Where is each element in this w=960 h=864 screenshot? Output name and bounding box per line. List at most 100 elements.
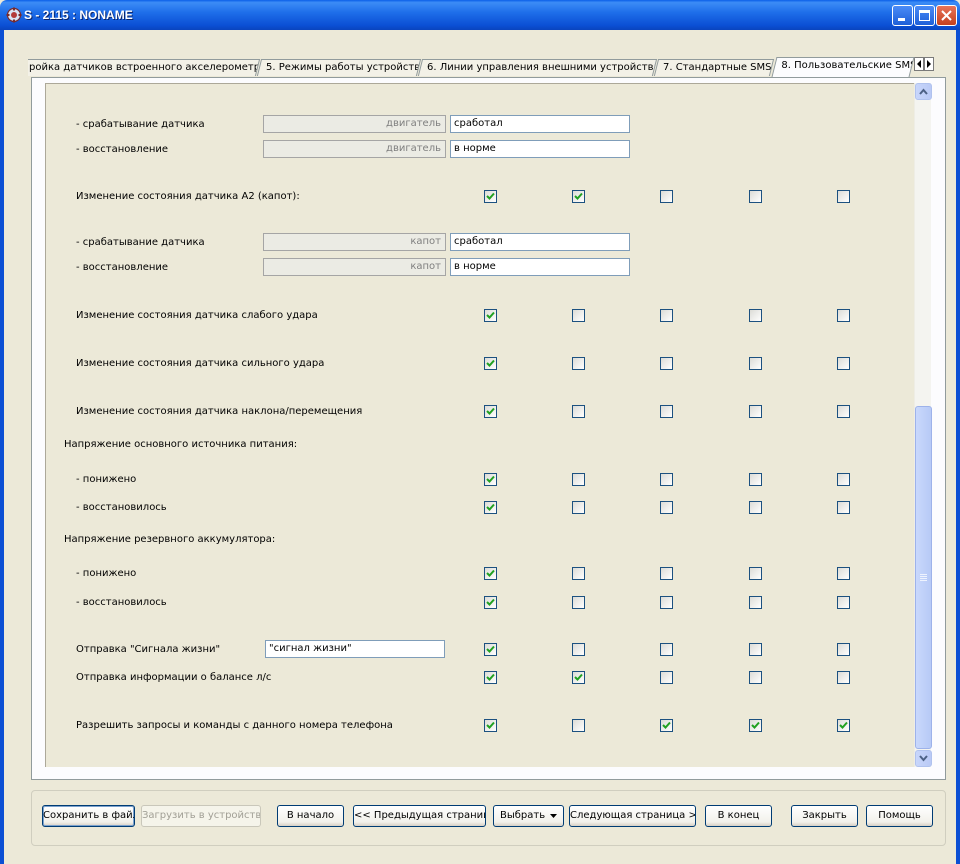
checkmark-icon [486, 311, 495, 319]
first-page-button[interactable]: В начало [277, 805, 344, 827]
notify-checkbox-col-4[interactable] [749, 567, 762, 580]
notify-checkbox-col-5[interactable] [837, 501, 850, 514]
notify-checkbox-col-4[interactable] [749, 643, 762, 656]
vertical-scrollbar[interactable] [914, 83, 932, 767]
row-label: Отправка информации о балансе л/с [76, 672, 272, 683]
notify-checkbox-col-3[interactable] [660, 473, 673, 486]
close-button[interactable]: Закрыть [791, 805, 858, 827]
select-dropdown-button[interactable]: Выбрать [493, 805, 564, 827]
notify-checkbox-col-2[interactable] [572, 357, 585, 370]
notify-checkbox-col-2[interactable] [572, 567, 585, 580]
row-label: - восстановление [76, 262, 169, 273]
notify-checkbox-col-1[interactable] [484, 405, 497, 418]
notify-checkbox-col-2[interactable] [572, 309, 585, 322]
sms-text-input[interactable]: сработал [450, 115, 630, 133]
chevron-down-icon [919, 755, 928, 762]
upload-to-device-button[interactable]: Загрузить в устройство [141, 805, 261, 827]
notify-checkbox-col-3[interactable] [660, 309, 673, 322]
notify-checkbox-col-2[interactable] [572, 719, 585, 732]
notify-checkbox-col-5[interactable] [837, 671, 850, 684]
notify-checkbox-col-4[interactable] [749, 719, 762, 732]
notify-checkbox-col-5[interactable] [837, 190, 850, 203]
notify-checkbox-col-3[interactable] [660, 567, 673, 580]
sms-text-input[interactable]: в норме [450, 140, 630, 158]
tab-external-lines[interactable]: 6. Линии управления внешними устройствам… [417, 59, 658, 76]
notify-checkbox-col-4[interactable] [749, 405, 762, 418]
window-frame-right [956, 30, 960, 864]
notify-checkbox-col-2[interactable] [572, 473, 585, 486]
notify-checkbox-col-2[interactable] [572, 405, 585, 418]
maximize-icon [919, 10, 930, 21]
notify-checkbox-col-4[interactable] [749, 596, 762, 609]
previous-page-button[interactable]: << Предыдущая страница [353, 805, 486, 827]
notify-checkbox-col-3[interactable] [660, 405, 673, 418]
settings-scroll-area[interactable]: - срабатывание датчика двигатель сработа… [45, 83, 915, 767]
notify-checkbox-col-5[interactable] [837, 309, 850, 322]
sms-text-input[interactable]: в норме [450, 258, 630, 276]
sensor-name-field: двигатель [263, 115, 446, 133]
notify-checkbox-col-3[interactable] [660, 719, 673, 732]
minimize-icon [898, 18, 905, 21]
row-label: - восстановление [76, 144, 169, 155]
notify-checkbox-col-2[interactable] [572, 501, 585, 514]
tab-standard-sms[interactable]: 7. Стандартные SMS [653, 59, 775, 76]
notify-checkbox-col-5[interactable] [837, 643, 850, 656]
notify-checkbox-col-1[interactable] [484, 596, 497, 609]
notify-checkbox-col-3[interactable] [660, 643, 673, 656]
notify-checkbox-col-3[interactable] [660, 190, 673, 203]
last-page-button[interactable]: В конец [705, 805, 772, 827]
tab-device-modes[interactable]: 5. Режимы работы устройства [256, 59, 422, 76]
notify-checkbox-col-5[interactable] [837, 719, 850, 732]
scroll-down-button[interactable] [915, 750, 932, 767]
checkmark-icon [751, 721, 760, 729]
notify-checkbox-col-3[interactable] [660, 596, 673, 609]
tab-custom-sms[interactable]: 8. Пользовательские SMS [771, 57, 915, 77]
notify-checkbox-col-4[interactable] [749, 357, 762, 370]
notify-checkbox-col-5[interactable] [837, 567, 850, 580]
notify-checkbox-col-1[interactable] [484, 567, 497, 580]
help-button[interactable]: Помощь [866, 805, 933, 827]
notify-checkbox-col-2[interactable] [572, 671, 585, 684]
save-to-file-button[interactable]: Сохранить в файл [42, 805, 135, 827]
notify-checkbox-col-1[interactable] [484, 190, 497, 203]
notify-checkbox-col-2[interactable] [572, 190, 585, 203]
sms-text-input[interactable]: сработал [450, 233, 630, 251]
maximize-button[interactable] [914, 5, 935, 26]
notify-checkbox-col-5[interactable] [837, 405, 850, 418]
next-page-button[interactable]: Следующая страница >> [569, 805, 696, 827]
checkmark-icon [486, 721, 495, 729]
notify-checkbox-col-4[interactable] [749, 309, 762, 322]
scrollbar-thumb[interactable] [915, 406, 932, 749]
notify-checkbox-col-1[interactable] [484, 643, 497, 656]
notify-checkbox-col-1[interactable] [484, 719, 497, 732]
heartbeat-text-input[interactable]: "сигнал жизни" [265, 640, 445, 658]
sensor-name-field: капот [263, 258, 446, 276]
tab-accelerometer[interactable]: ройка датчиков встроенного акселерометра [28, 59, 261, 76]
notify-checkbox-col-5[interactable] [837, 357, 850, 370]
minimize-button[interactable] [892, 5, 913, 26]
checkmark-icon [486, 673, 495, 681]
notify-checkbox-col-2[interactable] [572, 643, 585, 656]
scroll-up-button[interactable] [915, 83, 932, 100]
notify-checkbox-col-3[interactable] [660, 671, 673, 684]
tab-scroll-left-button[interactable] [914, 57, 924, 71]
row-label: Отправка "Сигнала жизни" [76, 644, 221, 655]
notify-checkbox-col-4[interactable] [749, 501, 762, 514]
notify-checkbox-col-3[interactable] [660, 357, 673, 370]
notify-checkbox-col-4[interactable] [749, 473, 762, 486]
notify-checkbox-col-1[interactable] [484, 473, 497, 486]
notify-checkbox-col-3[interactable] [660, 501, 673, 514]
tab-scroll-right-button[interactable] [924, 57, 934, 71]
sensor-name-field: двигатель [263, 140, 446, 158]
checkmark-icon [662, 721, 671, 729]
notify-checkbox-col-2[interactable] [572, 596, 585, 609]
notify-checkbox-col-5[interactable] [837, 596, 850, 609]
notify-checkbox-col-4[interactable] [749, 190, 762, 203]
close-window-button[interactable] [936, 5, 957, 26]
notify-checkbox-col-1[interactable] [484, 357, 497, 370]
notify-checkbox-col-4[interactable] [749, 671, 762, 684]
notify-checkbox-col-1[interactable] [484, 309, 497, 322]
notify-checkbox-col-1[interactable] [484, 671, 497, 684]
notify-checkbox-col-5[interactable] [837, 473, 850, 486]
notify-checkbox-col-1[interactable] [484, 501, 497, 514]
